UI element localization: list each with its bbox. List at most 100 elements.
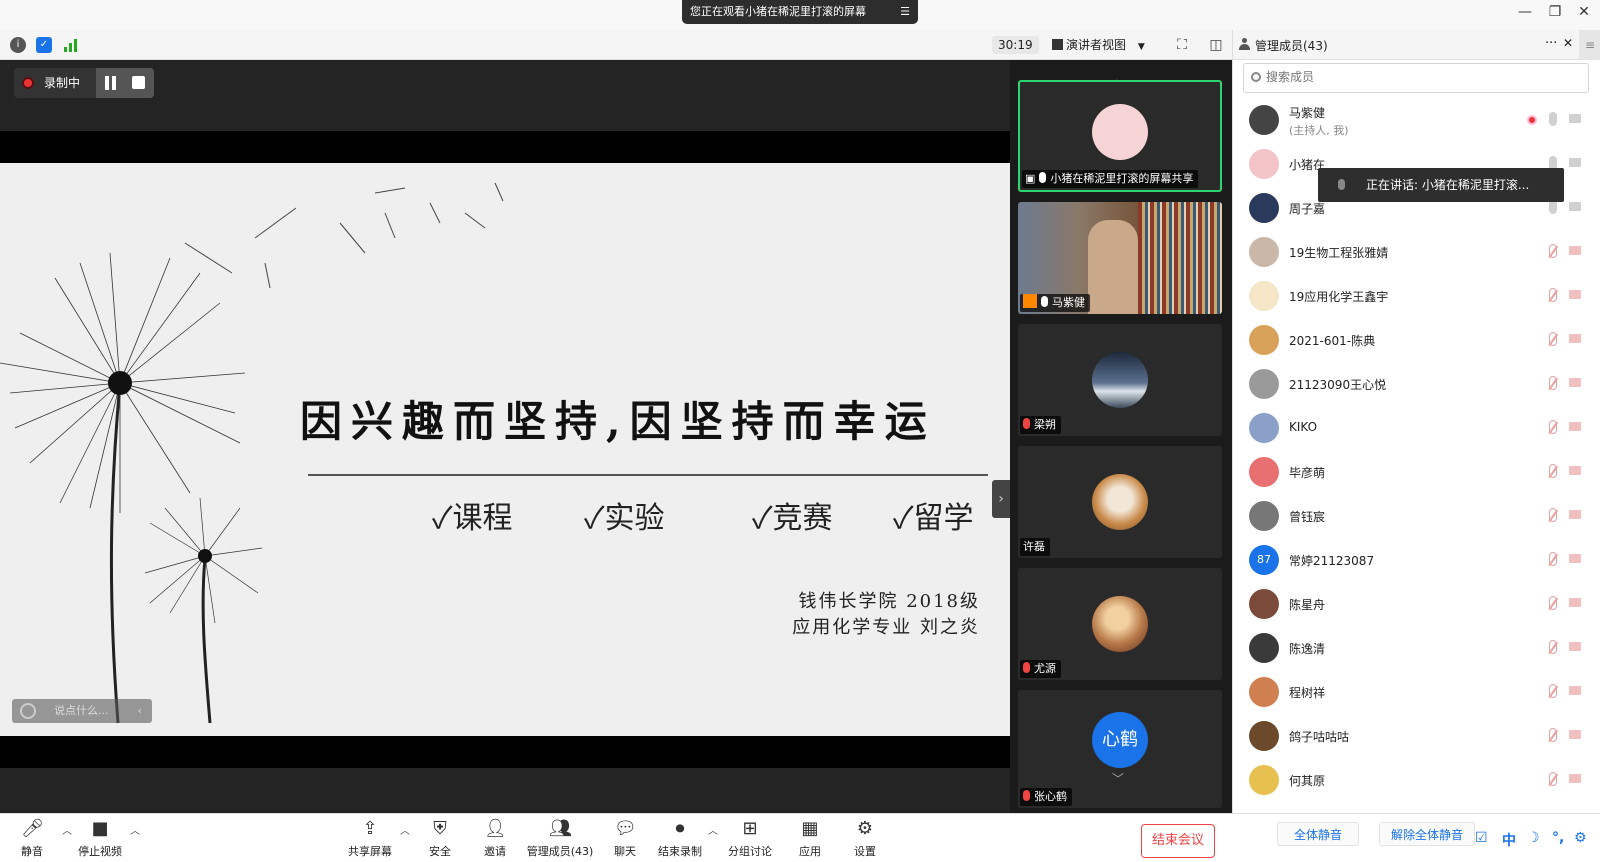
thumbnail-screen-share[interactable]: ▣ 小猪在稀泥里打滚的屏幕共享 (1018, 80, 1222, 192)
minimize-icon[interactable]: — (1515, 4, 1535, 20)
author-line-1: 钱伟长学院 2018级 (798, 591, 980, 612)
collapse-handle[interactable]: › (992, 480, 1010, 518)
shield-icon: ⛨ (433, 818, 447, 839)
chevron-up-icon[interactable]: ︿ (130, 822, 140, 837)
member-row[interactable]: 19应用化学王鑫宇 (1233, 274, 1600, 318)
member-row[interactable]: 陈逸清 (1233, 626, 1600, 670)
member-row[interactable]: 毕彦萌 (1233, 450, 1600, 494)
emoji-icon[interactable] (20, 703, 36, 719)
camera-off-icon[interactable] (1569, 554, 1581, 563)
member-search[interactable] (1243, 63, 1589, 93)
member-row[interactable]: 87 常婷21123087 (1233, 538, 1600, 582)
camera-off-icon[interactable] (1569, 642, 1581, 651)
more-icon[interactable]: ··· (1545, 36, 1557, 51)
share-screen-icon: ⇪ (362, 818, 378, 839)
member-row[interactable]: 程树祥 (1233, 670, 1600, 714)
chevron-left-icon[interactable]: ‹ (138, 699, 142, 723)
mic-muted-icon[interactable] (1549, 596, 1557, 610)
thumbnail-participant[interactable]: 尤源 (1018, 568, 1222, 680)
stop-icon[interactable] (132, 76, 145, 89)
mic-muted-icon[interactable] (1549, 244, 1557, 258)
view-mode-select[interactable]: 演讲者视图 ▼ (1052, 35, 1162, 55)
camera-off-icon[interactable] (1569, 202, 1581, 211)
signal-icon[interactable] (64, 38, 80, 52)
member-row[interactable]: 马紫健 (主持人, 我) (1233, 98, 1600, 142)
camera-off-icon[interactable] (1569, 686, 1581, 695)
chat-input-pill[interactable]: 说点什么... ‹ (12, 699, 152, 723)
settings-button[interactable]: ⚙ 设置 (825, 818, 905, 859)
mic-muted-icon[interactable] (1549, 640, 1557, 654)
moon-icon[interactable]: ☽ (1527, 830, 1540, 846)
sidebar-icon[interactable]: ◫ (1206, 35, 1226, 55)
thumbnail-participant[interactable]: 梁朔 (1018, 324, 1222, 436)
punctuation-icon[interactable]: °, (1552, 830, 1564, 846)
members-panel: 管理成员(43) ··· ✕ ≡ 马紫健(主持人, 我)小猪在周子嘉19生物工程… (1232, 30, 1600, 813)
mic-muted-icon[interactable] (1549, 772, 1557, 786)
pause-icon[interactable] (104, 76, 118, 90)
mic-muted-icon[interactable] (1549, 684, 1557, 698)
mic-muted-icon[interactable] (1549, 288, 1557, 302)
member-row[interactable]: KIKO (1233, 406, 1600, 450)
slide-title: 因兴趣而坚持,因坚持而幸运 (300, 397, 936, 446)
apps-label: 应用 (799, 845, 821, 858)
chevron-down-icon[interactable]: ﹀ (1112, 770, 1124, 787)
member-avatar (1249, 677, 1279, 707)
member-avatar (1249, 721, 1279, 751)
end-meeting-button[interactable]: 结束会议 (1141, 824, 1215, 858)
member-row[interactable]: 19生物工程张雅婧 (1233, 230, 1600, 274)
close-window-icon[interactable]: ✕ (1574, 4, 1594, 20)
camera-off-icon[interactable] (1569, 334, 1581, 343)
member-row[interactable]: 曾钰宸 (1233, 494, 1600, 538)
stop-video-button[interactable]: ■ 停止视频 (60, 818, 140, 859)
maximize-icon[interactable]: ❐ (1545, 4, 1565, 20)
mic-muted-icon[interactable] (1549, 552, 1557, 566)
mic-muted-icon[interactable] (1549, 508, 1557, 522)
camera-off-icon[interactable] (1569, 422, 1581, 431)
mic-icon[interactable] (1549, 112, 1557, 126)
member-row[interactable]: 何其原 (1233, 758, 1600, 802)
camera-off-icon[interactable] (1569, 598, 1581, 607)
mute-all-button[interactable]: 全体静音 (1277, 822, 1359, 846)
thumbnail-participant[interactable]: 许磊 (1018, 446, 1222, 558)
ime-chinese-toggle[interactable]: 中 (1502, 830, 1516, 850)
meeting-timer: 30:19 (992, 36, 1039, 54)
chat-placeholder: 说点什么... (54, 704, 109, 717)
shield-icon[interactable]: ✓ (36, 37, 52, 53)
camera-off-icon[interactable] (1569, 774, 1581, 783)
member-avatar (1249, 457, 1279, 487)
camera-off-icon[interactable] (1569, 246, 1581, 255)
screen-share-banner[interactable]: 您正在观看小猪在稀泥里打滚的屏幕 ☰ (682, 0, 918, 24)
mic-muted-icon[interactable] (1549, 376, 1557, 390)
mic-muted-icon[interactable] (1549, 464, 1557, 478)
thumbnail-participant[interactable]: 心鹤 张心鹤 ﹀ (1018, 690, 1222, 808)
share-screen-button[interactable]: ⇪ 共享屏幕 (330, 818, 410, 859)
member-search-input[interactable] (1266, 70, 1566, 84)
ime-check-icon[interactable]: ☑ (1475, 830, 1488, 846)
member-name: 马紫健 (1289, 106, 1326, 120)
camera-off-icon[interactable] (1569, 378, 1581, 387)
info-icon[interactable]: i (10, 37, 26, 53)
member-row[interactable]: 2021-601-陈典 (1233, 318, 1600, 362)
member-avatar (1249, 149, 1279, 179)
camera-off-icon[interactable] (1569, 290, 1581, 299)
fullscreen-icon[interactable]: ⛶ (1172, 35, 1192, 55)
dandelion-illustration (0, 182, 504, 724)
mic-muted-icon[interactable] (1549, 728, 1557, 742)
mic-muted-icon[interactable] (1549, 420, 1557, 434)
thumbnail-video[interactable]: 马紫健 (1018, 202, 1222, 314)
camera-off-icon[interactable] (1569, 158, 1581, 167)
mic-icon[interactable] (1549, 200, 1557, 214)
menu-icon[interactable]: ≡ (1579, 30, 1600, 60)
camera-off-icon[interactable] (1569, 510, 1581, 519)
mic-muted-icon[interactable] (1549, 332, 1557, 346)
member-row[interactable]: 陈星舟 (1233, 582, 1600, 626)
unmute-all-button[interactable]: 解除全体静音 (1379, 822, 1475, 846)
list-icon[interactable]: ☰ (900, 0, 910, 24)
ime-settings-icon[interactable]: ⚙ (1574, 830, 1587, 846)
camera-off-icon[interactable] (1569, 466, 1581, 475)
member-row[interactable]: 21123090王心悦 (1233, 362, 1600, 406)
member-row[interactable]: 鸽子咕咕咕 (1233, 714, 1600, 758)
camera-off-icon[interactable] (1569, 114, 1581, 123)
close-icon[interactable]: ✕ (1563, 36, 1573, 50)
camera-off-icon[interactable] (1569, 730, 1581, 739)
